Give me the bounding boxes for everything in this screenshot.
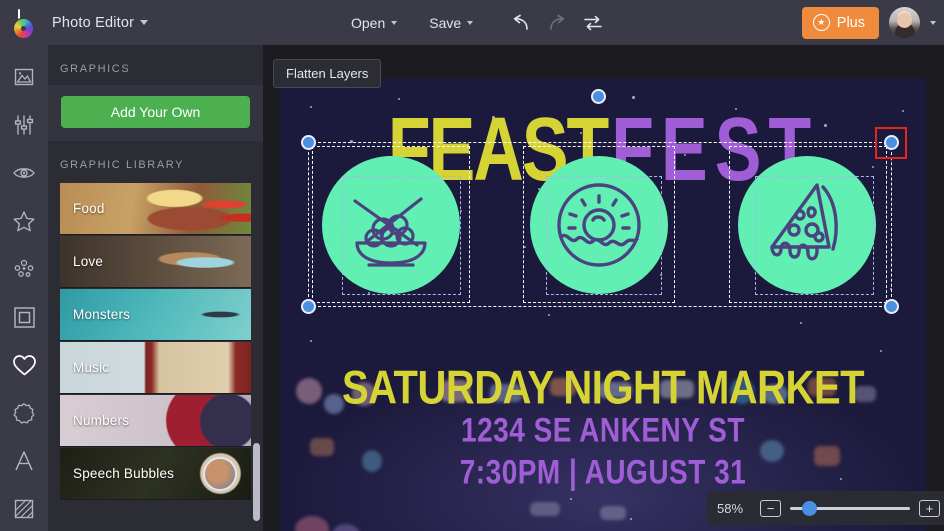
design-canvas[interactable]: FEASTFEST SATURDAY NIGHT MARKET 1234 SE … [280, 78, 926, 531]
bokeh-decoration [295, 516, 329, 531]
panel-scrollbar[interactable] [253, 443, 260, 521]
graphic-library-list: Food Love Monsters Music Numbers Speech … [48, 183, 263, 500]
undo-arrow-icon [513, 14, 528, 30]
zoom-toolbar: 58% − + [707, 491, 944, 525]
chevron-down-icon [930, 20, 936, 25]
brand[interactable]: Photo Editor [0, 7, 149, 39]
redo-button[interactable] [539, 0, 575, 45]
canvas-workspace: Flatten Layers FEASTFEST SATURDAY NIGHT … [263, 45, 944, 531]
main-menu: Open Save [335, 0, 611, 45]
compare-button[interactable] [575, 0, 611, 45]
top-left-resize-handle[interactable] [301, 135, 316, 150]
list-item-label: Speech Bubbles [73, 466, 175, 481]
star-icon [13, 210, 35, 231]
sidebar-item-textures[interactable] [0, 489, 48, 529]
list-item[interactable]: Numbers [60, 395, 251, 447]
zoom-slider[interactable] [790, 500, 910, 516]
zoom-in-button[interactable]: + [919, 499, 940, 517]
list-item-label: Music [73, 360, 110, 375]
save-menu-label: Save [429, 14, 462, 31]
zoom-level-label: 58% [717, 500, 744, 516]
redo-arrow-icon [550, 14, 565, 30]
noodle-bowl-icon [353, 197, 427, 267]
sidebar-item-effects[interactable] [0, 201, 48, 241]
sidebar-item-frames[interactable] [0, 297, 48, 337]
bottom-left-resize-handle[interactable] [301, 299, 316, 314]
sliders-icon [14, 115, 34, 135]
list-item[interactable]: Love [60, 236, 251, 288]
befunky-logo-icon [10, 7, 40, 39]
top-right-resize-handle[interactable] [884, 135, 899, 150]
bokeh-decoration [530, 502, 560, 516]
photo-editor-app: Photo Editor Open Save ★ Plus GRAPHICS A… [0, 0, 944, 531]
chevron-down-icon [391, 20, 398, 25]
sidebar-item-image[interactable] [0, 57, 48, 97]
undo-button[interactable] [503, 0, 539, 45]
pizza-slice-icon [770, 183, 838, 261]
poster-address: 1234 SE ANKENY ST [461, 411, 745, 449]
graphics-panel: GRAPHICS Add Your Own GRAPHIC LIBRARY Fo… [48, 45, 263, 531]
donut-icon [557, 183, 641, 267]
poster-subtitle: SATURDAY NIGHT MARKET [341, 362, 865, 414]
star-circle-icon: ★ [812, 14, 830, 31]
open-menu[interactable]: Open [335, 15, 413, 31]
artsy-dots-icon [14, 259, 34, 277]
text-a-icon [15, 451, 33, 471]
sidebar-item-overlays[interactable] [0, 393, 48, 433]
top-bar: Photo Editor Open Save ★ Plus [0, 0, 944, 45]
sidebar-item-artsy[interactable] [0, 249, 48, 289]
graphics-section-title: GRAPHICS [60, 63, 131, 75]
add-your-own-container: Add Your Own [48, 85, 263, 141]
chevron-down-icon[interactable] [140, 20, 149, 25]
bokeh-decoration [600, 506, 626, 520]
sidebar-item-graphics[interactable] [0, 345, 48, 385]
top-center-rotate-handle[interactable] [591, 89, 606, 104]
image-icon [14, 68, 34, 86]
graphic-noodle-bowl[interactable] [322, 156, 460, 294]
heart-icon [12, 354, 36, 375]
bokeh-decoration [332, 524, 360, 531]
sidebar-item-edit[interactable] [0, 105, 48, 145]
app-body: GRAPHICS Add Your Own GRAPHIC LIBRARY Fo… [0, 45, 944, 531]
avatar [889, 7, 920, 38]
zoom-out-button[interactable]: − [760, 499, 781, 517]
list-item-label: Food [73, 201, 105, 216]
list-item-label: Love [73, 254, 104, 269]
graphic-pizza[interactable] [738, 156, 876, 294]
graphic-donut[interactable] [530, 156, 668, 294]
save-menu[interactable]: Save [413, 15, 489, 31]
speech-bubble-thumb-badge [203, 456, 237, 491]
flatten-layers-button[interactable]: Flatten Layers [273, 59, 382, 88]
texture-icon [14, 499, 34, 519]
sidebar-item-touchup[interactable] [0, 153, 48, 193]
frame-icon [13, 306, 35, 328]
open-menu-label: Open [351, 14, 386, 31]
plus-button-label: Plus [836, 14, 865, 31]
list-item-label: Numbers [73, 413, 130, 428]
compare-swap-icon [584, 15, 602, 30]
badge-icon [13, 403, 35, 424]
list-item[interactable]: Speech Bubbles [60, 448, 251, 500]
graphic-library-title: GRAPHIC LIBRARY [60, 159, 185, 171]
eye-icon [13, 168, 35, 178]
account-menu[interactable] [889, 7, 936, 38]
sidebar-item-text[interactable] [0, 441, 48, 481]
list-item[interactable]: Food [60, 183, 251, 235]
list-item[interactable]: Monsters [60, 289, 251, 341]
chevron-down-icon [467, 20, 474, 25]
list-item-label: Monsters [73, 307, 131, 322]
app-title: Photo Editor [52, 14, 135, 31]
plus-upgrade-button[interactable]: ★ Plus [801, 6, 879, 39]
tool-rail [0, 45, 48, 531]
bottom-right-resize-handle[interactable] [884, 299, 899, 314]
top-bar-right: ★ Plus [801, 0, 936, 45]
list-item[interactable]: Music [60, 342, 251, 394]
zoom-slider-knob[interactable] [802, 501, 817, 516]
add-your-own-button[interactable]: Add Your Own [61, 96, 250, 128]
poster-time-date: 7:30PM | AUGUST 31 [459, 453, 747, 491]
